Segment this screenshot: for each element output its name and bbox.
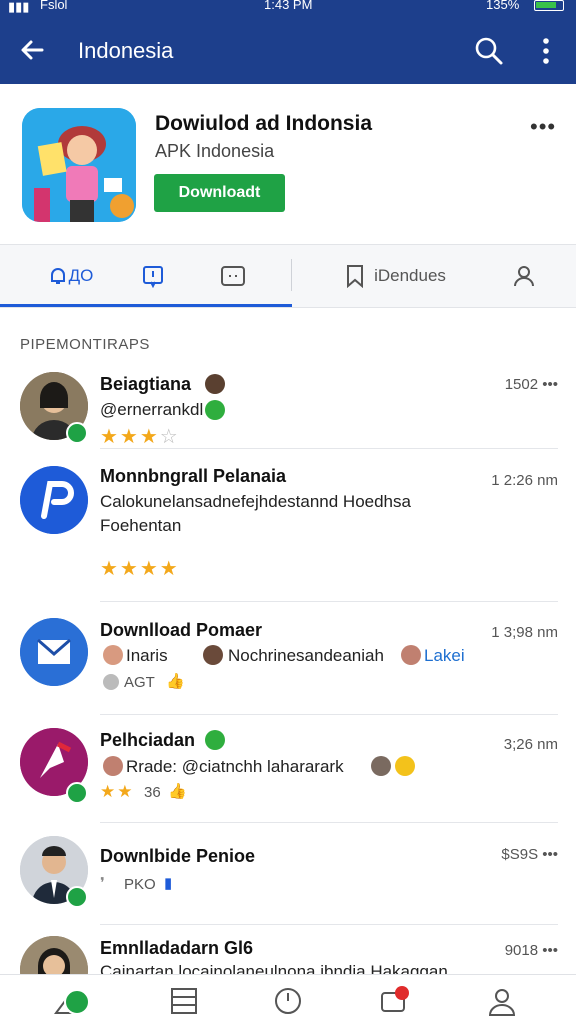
battery-icon [534,0,564,11]
online-badge [66,886,88,908]
item-text: Rrade: @ciatnchh lahararark [126,757,344,776]
tab-notifications[interactable]: ДО [30,245,110,307]
item-meta: AGT [124,674,155,691]
back-arrow-icon[interactable] [16,34,48,66]
item-meta: PKO [124,876,156,893]
like-icon[interactable]: ▮ [164,874,172,892]
more-vertical-icon[interactable] [534,36,558,66]
status-bar: ▮▮▮ Fslol 1:43 PM 135% [0,0,576,14]
tab-label: ДО [68,266,94,285]
rating-stars: ★★★★ [100,558,180,580]
item-time[interactable]: $S9S ••• [501,846,558,863]
list-item[interactable]: Pelhciadan Rrade: @ciatnchh lahararark ★… [0,720,576,820]
item-link[interactable]: Lakei [424,646,465,666]
avatar [20,466,88,534]
bell-icon [50,268,65,284]
divider [100,924,558,925]
item-text: Nochrinesandeaniah [228,646,384,665]
item-time: 3;26 nm [503,736,558,753]
search-icon[interactable] [474,36,504,66]
reaction-avatar [205,374,225,394]
list-item[interactable]: Beiagtiana @ernerrankdl 1502 ••• ★★★☆ [0,370,576,460]
more-horizontal-icon[interactable]: ••• [530,114,556,140]
active-tab-indicator [0,304,292,307]
user-icon [514,266,534,287]
carrier-label: Fslol [40,0,68,12]
message-icon [143,266,163,288]
app-subtitle: APK Indonesia [155,141,275,161]
item-title: Monnbngrall Pelanaia [100,466,287,486]
tab-chat[interactable] [210,245,256,307]
reaction-avatar [371,756,391,776]
app-icon [22,108,136,222]
rating-stars: ★★ [100,782,135,801]
item-title: Downlbide Penioe [100,846,256,866]
profile-icon[interactable] [484,983,520,1019]
verified-icon [205,400,225,420]
section-title: PIPEMONTIRAPS [20,336,150,353]
app-name: Dowiulod ad Indonsia [155,112,372,135]
item-title: Beiagtiana [100,374,192,394]
tab-bookmarks[interactable]: iDendues [330,245,460,307]
item-meta: 36 [144,784,161,801]
tab-bar: ДО iDendues [0,244,576,308]
item-time: 1 2:26 nm [491,472,558,489]
avatar [20,618,88,686]
tab-messages[interactable] [130,245,176,307]
list-item[interactable]: Downlbide Penioe ❜ PKO ▮ $S9S ••• [0,828,576,928]
verified-icon [205,730,225,750]
online-badge [66,422,88,444]
list-item[interactable]: Downlload Pomaer Inaris Nochrinesandeani… [0,608,576,708]
item-text-secondary: Foehentan [100,516,182,535]
status-time: 1:43 PM [264,0,313,12]
list-item[interactable]: Monnbngrall Pelanaia Calokunelansadnefej… [0,458,576,598]
like-icon[interactable]: 👍 [168,782,187,800]
reaction-avatar [401,645,421,665]
item-title: Downlload Pomaer [100,620,263,640]
online-badge [66,782,88,804]
bookmark-icon [347,265,364,288]
rating-stars: ★★★☆ [100,426,180,448]
reaction-avatar [203,645,223,665]
divider [100,601,558,602]
notifications-icon[interactable] [378,983,414,1019]
divider [100,822,558,823]
signal-icon: ▮▮▮ [8,0,30,14]
item-time: 1 3;98 nm [491,624,558,641]
divider [100,714,558,715]
app-bar: Indonesia [0,14,576,84]
chat-icon [221,266,245,286]
reaction-avatar [103,645,123,665]
item-title: Emnlladadarn Gl6 [100,938,254,958]
emoji-icon [395,756,415,776]
item-text: @ernerrankdl [100,400,204,419]
like-icon[interactable]: 👍 [166,672,185,690]
tab-divider [291,259,292,291]
clock-icon[interactable] [270,983,306,1019]
divider [100,448,558,449]
tab-profile[interactable] [502,245,546,307]
download-button[interactable]: Downloadt [154,174,285,212]
item-time[interactable]: 1502 ••• [505,376,558,393]
page-title: Indonesia [78,38,174,63]
item-title: Pelhciadan [100,730,196,750]
item-time[interactable]: 9018 ••• [505,942,558,959]
battery-percent: 135% [486,0,520,12]
tab-label: iDendues [374,266,446,285]
reaction-avatar [103,756,123,776]
item-text: Calokunelansadnefejhdestannd Hoedhsa [100,492,411,511]
item-text: Inaris [126,646,168,665]
status-dot-icon [103,674,119,690]
bottom-nav [0,974,576,1024]
comment-icon: ❜ [100,875,105,892]
list-icon[interactable] [166,983,202,1019]
chat-badge-icon [64,989,90,1015]
app-header: Dowiulod ad Indonsia APK Indonesia Downl… [0,84,576,244]
